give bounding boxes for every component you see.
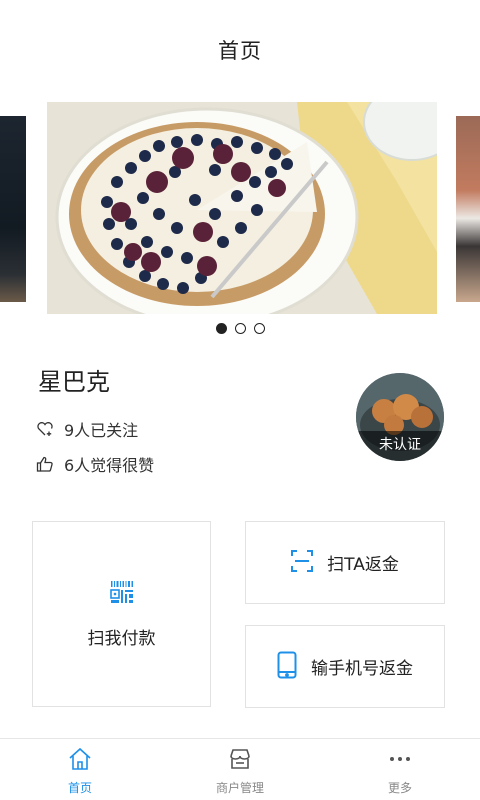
verification-badge: 未认证 [356,431,444,461]
scan-to-pay-card[interactable]: 扫我付款 [32,521,211,707]
thumbs-up-icon [36,455,54,473]
carousel-slide-next[interactable] [456,116,480,302]
store-avatar[interactable]: 未认证 [356,373,444,461]
carousel-slide-previous[interactable] [0,116,26,302]
scan-to-pay-label: 扫我付款 [87,628,156,649]
followers-text: 9人已关注 [64,421,139,440]
page-title: 首页 [218,39,262,63]
banner-carousel[interactable] [0,102,480,314]
mobile-phone-icon [277,651,297,683]
store-icon [228,747,252,775]
tab-home-label: 首页 [67,781,92,795]
phone-cashback-card[interactable]: 输手机号返金 [245,625,445,708]
header: 首页 [0,0,480,100]
heart-plus-icon [36,420,54,438]
carousel-dot-1[interactable] [215,323,227,334]
tab-more[interactable]: 更多 [320,739,480,800]
likes-text: 6人觉得很赞 [64,456,155,475]
tab-store-management[interactable]: 商户管理 [160,739,320,800]
more-icon [388,747,412,775]
carousel-dot-3[interactable] [253,323,265,334]
tab-store-management-label: 商户管理 [215,781,264,795]
scan-cashback-card[interactable]: 扫TA返金 [245,521,445,604]
payment-qr-icon [109,580,134,608]
followers-stat: 9人已关注 [36,417,138,441]
tab-more-label: 更多 [387,781,412,795]
bottom-tab-bar: 首页 商户管理 更多 [0,738,480,800]
home-icon [68,747,92,775]
tab-home[interactable]: 首页 [0,739,160,800]
store-name: 星巴克 [38,368,110,396]
likes-stat: 6人觉得很赞 [36,452,154,476]
carousel-slide-current[interactable] [47,102,437,314]
scan-frame-icon [291,549,314,576]
scan-cashback-label: 扫TA返金 [327,555,399,575]
phone-cashback-label: 输手机号返金 [311,659,413,679]
carousel-dot-2[interactable] [234,323,246,334]
carousel-indicator [0,323,480,334]
berry-tart-image [47,102,437,314]
